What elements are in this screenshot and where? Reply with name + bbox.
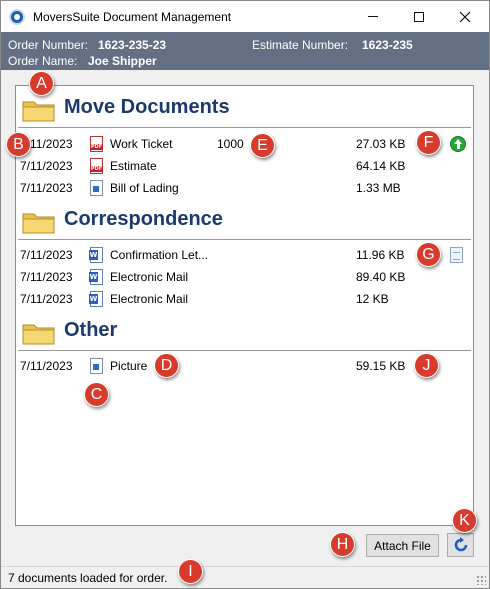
document-date: 7/11/2023 (20, 270, 73, 284)
document-name: Picture (110, 359, 148, 373)
document-name: Confirmation Let... (110, 248, 209, 262)
close-button[interactable] (442, 1, 488, 32)
document-date: 7/11/2023 (20, 292, 73, 306)
app-logo-icon (9, 9, 25, 25)
maximize-button[interactable] (396, 1, 442, 32)
document-row[interactable]: 7/11/2023 Estimate 64.14 KB (16, 155, 473, 177)
callout-f: F (416, 130, 441, 155)
document-row[interactable]: 7/11/2023 Bill of Lading 1.33 MB (16, 177, 473, 199)
upload-icon[interactable] (450, 136, 466, 152)
callout-c: C (84, 382, 109, 407)
group-other[interactable]: Other (16, 311, 473, 351)
refresh-button[interactable] (447, 533, 474, 557)
group-title: Correspondence (64, 208, 223, 230)
estimate-number-label: Estimate Number: (252, 38, 349, 52)
callout-a: A (29, 71, 54, 96)
document-row[interactable]: 7/11/2023 Work Ticket 1000 27.03 KB (16, 133, 473, 155)
resize-grip-icon[interactable] (476, 575, 486, 585)
group-correspondence[interactable]: Correspondence (16, 200, 473, 240)
note-icon[interactable] (450, 247, 463, 263)
window-title: MoversSuite Document Management (33, 10, 232, 24)
document-size: 27.03 KB (356, 137, 406, 151)
document-size: 89.40 KB (356, 270, 406, 284)
word-icon (89, 291, 103, 307)
folder-icon (22, 101, 55, 122)
order-name-label: Order Name: (8, 54, 78, 68)
callout-d: D (154, 353, 179, 378)
group-divider (18, 127, 471, 128)
folder-icon (22, 324, 55, 345)
folder-icon (22, 213, 55, 234)
document-size: 64.14 KB (356, 159, 406, 173)
pdf-icon (90, 136, 103, 152)
document-size: 11.96 KB (356, 248, 405, 262)
word-icon (89, 269, 103, 285)
callout-j: J (414, 353, 439, 378)
document-row[interactable]: 7/11/2023 Confirmation Let... 11.96 KB (16, 244, 473, 266)
title-bar[interactable]: MoversSuite Document Management (1, 1, 489, 32)
group-title: Move Documents (64, 96, 230, 118)
order-number-value: 1623-235-23 (98, 38, 167, 52)
minimize-icon (368, 16, 378, 17)
estimate-number-value: 1623-235 (362, 38, 413, 52)
callout-g: G (416, 242, 441, 267)
document-name: Electronic Mail (110, 292, 189, 306)
pdf-icon (90, 158, 103, 174)
group-title: Other (64, 319, 118, 341)
document-row[interactable]: 7/11/2023 Electronic Mail 12 KB (16, 288, 473, 310)
callout-e: E (250, 133, 275, 158)
refresh-icon (454, 537, 467, 552)
callout-k: K (452, 508, 477, 533)
document-date: 7/11/2023 (20, 248, 73, 262)
group-move-documents[interactable]: Move Documents (16, 88, 473, 128)
document-icon (90, 358, 103, 374)
document-size: 59.15 KB (356, 359, 406, 373)
group-divider (18, 239, 471, 240)
group-divider (18, 350, 471, 351)
callout-b: B (6, 132, 31, 157)
document-row[interactable]: 7/11/2023 Picture 59.15 KB (16, 355, 473, 377)
close-icon (459, 11, 471, 22)
order-name-value: Joe Shipper (88, 54, 157, 68)
document-name: Work Ticket (110, 137, 173, 151)
document-icon (90, 180, 103, 196)
maximize-icon (414, 11, 424, 22)
document-name: Bill of Lading (110, 181, 179, 195)
document-row[interactable]: 7/11/2023 Electronic Mail 89.40 KB (16, 266, 473, 288)
documents-panel[interactable]: Move Documents 7/11/2023 Work Ticket 100… (15, 85, 474, 526)
status-bar: 7 documents loaded for order. (1, 566, 489, 588)
document-number: 1000 (217, 137, 244, 151)
document-size: 12 KB (356, 292, 389, 306)
word-icon (89, 247, 103, 263)
callout-i: I (178, 559, 203, 584)
order-header: Order Number: 1623-235-23 Estimate Numbe… (1, 32, 489, 70)
attach-file-button[interactable]: Attach File (366, 534, 439, 557)
callout-h: H (330, 532, 355, 557)
status-text: 7 documents loaded for order. (8, 571, 168, 585)
document-date: 7/11/2023 (20, 159, 73, 173)
minimize-button[interactable] (350, 1, 396, 32)
document-date: 7/11/2023 (20, 181, 73, 195)
order-number-label: Order Number: (8, 38, 89, 52)
document-size: 1.33 MB (356, 181, 401, 195)
document-name: Electronic Mail (110, 270, 189, 284)
document-management-window: MoversSuite Document Management Order Nu… (0, 0, 490, 589)
document-name: Estimate (110, 159, 157, 173)
document-date: 7/11/2023 (20, 359, 73, 373)
